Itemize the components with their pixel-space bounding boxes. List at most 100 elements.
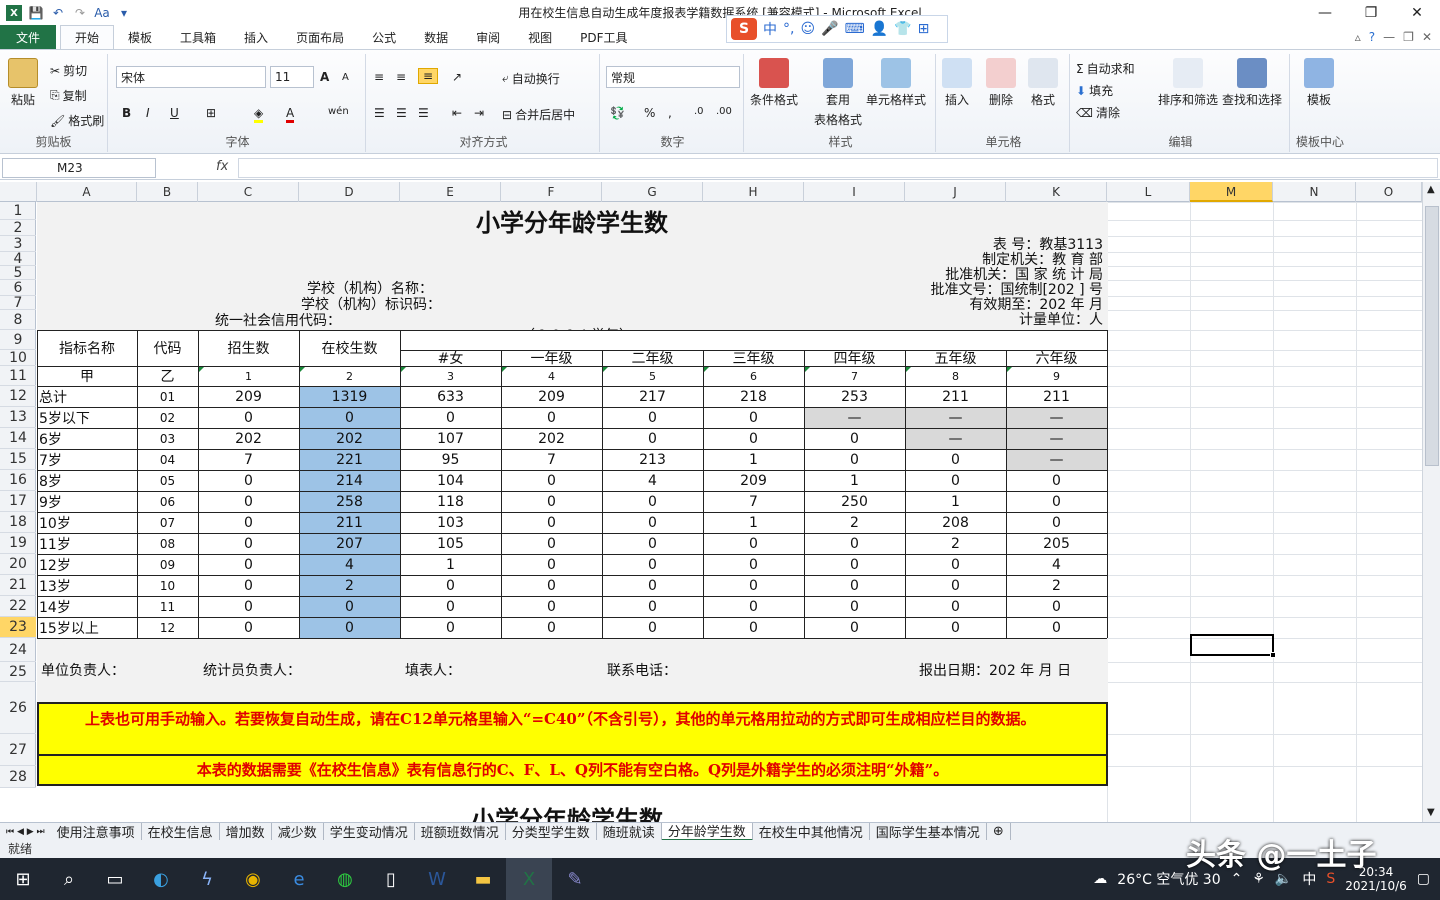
table-cell[interactable]: 1 — [804, 470, 905, 491]
table-cell[interactable]: 1 — [703, 449, 804, 470]
close-icon[interactable]: ✕ — [1394, 0, 1440, 26]
table-cell[interactable]: 0 — [602, 596, 703, 617]
table-subheader[interactable]: 9 — [1006, 366, 1107, 386]
currency-icon[interactable]: 💱 — [610, 106, 625, 120]
comma-icon[interactable]: , — [668, 106, 672, 120]
table-cell[interactable]: 0 — [905, 554, 1006, 575]
table-cell[interactable]: 0 — [602, 554, 703, 575]
align-center-icon[interactable]: ☰ — [396, 106, 407, 120]
table-cell[interactable]: 0 — [703, 533, 804, 554]
wb-restore-icon[interactable]: ❐ — [1403, 30, 1414, 44]
table-cell[interactable]: 0 — [198, 491, 299, 512]
table-cell[interactable]: 06 — [137, 491, 198, 512]
help-icon[interactable]: ? — [1369, 30, 1375, 44]
row-header-14[interactable]: 14 — [0, 428, 36, 449]
scroll-thumb[interactable] — [1425, 206, 1439, 466]
row-header-21[interactable]: 21 — [0, 575, 36, 596]
delete-cells-button[interactable]: 删除 — [986, 58, 1016, 108]
table-cell[interactable]: 总计 — [37, 386, 137, 407]
table-cell[interactable]: 0 — [905, 596, 1006, 617]
table-cell[interactable]: 0 — [804, 428, 905, 449]
task-view-icon[interactable]: ▭ — [92, 858, 138, 900]
table-cell[interactable]: 0 — [501, 533, 602, 554]
tab-pdf[interactable]: PDF工具 — [566, 25, 641, 49]
sheet-tab[interactable]: 班额班数情况 — [415, 822, 506, 841]
fill-handle[interactable] — [1270, 652, 1276, 658]
tab-formulas[interactable]: 公式 — [358, 25, 410, 49]
explorer-icon[interactable]: ▬ — [460, 858, 506, 900]
table-cell[interactable]: — — [1006, 449, 1107, 470]
table-cell[interactable]: 8岁 — [37, 470, 137, 491]
sort-filter-button[interactable]: 排序和筛选 — [1158, 58, 1218, 108]
column-header-d[interactable]: D — [299, 182, 400, 202]
name-box[interactable]: M23 — [2, 158, 156, 178]
table-cell[interactable]: 0 — [198, 470, 299, 491]
table-cell[interactable]: 208 — [905, 512, 1006, 533]
table-cell[interactable]: 1 — [400, 554, 501, 575]
row-header-26[interactable]: 26 — [0, 682, 36, 734]
sheet-tab[interactable]: 分类型学生数 — [506, 822, 597, 841]
column-header-a[interactable]: A — [37, 182, 137, 202]
tab-review[interactable]: 审阅 — [462, 25, 514, 49]
align-left-icon[interactable]: ☰ — [374, 106, 385, 120]
table-cell[interactable]: 0 — [1006, 596, 1107, 617]
table-cell[interactable]: 11 — [137, 596, 198, 617]
table-cell[interactable]: 1319 — [299, 386, 400, 407]
table-cell[interactable]: 0 — [501, 575, 602, 596]
tab-template[interactable]: 模板 — [114, 25, 166, 49]
column-header-c[interactable]: C — [198, 182, 299, 202]
border-icon[interactable]: ⊞ — [206, 106, 216, 120]
table-header[interactable]: 招生数 — [198, 330, 299, 366]
format-icon[interactable]: Aa — [94, 5, 110, 21]
ime-emoji-icon[interactable]: ☺ — [800, 21, 815, 37]
table-cell[interactable]: 0 — [1006, 617, 1107, 638]
ime-tools-icon[interactable]: ⊞ — [918, 21, 930, 37]
table-subheader[interactable]: 乙 — [137, 366, 198, 386]
conditional-format-button[interactable]: 条件格式 — [750, 58, 798, 108]
merge-center-button[interactable]: ⊟ 合并后居中 — [502, 106, 575, 123]
wrap-text-button[interactable]: ⤶ 自动换行 — [502, 70, 560, 87]
table-cell[interactable]: — — [1006, 428, 1107, 449]
ime-toolbar[interactable]: S 中 °, ☺ 🎤 ⌨ 👤 👕 ⊞ — [726, 15, 948, 43]
bold-button[interactable]: B — [122, 106, 131, 120]
table-cell[interactable]: 0 — [602, 533, 703, 554]
table-cell[interactable]: 209 — [501, 386, 602, 407]
number-format-select[interactable]: 常规 — [606, 66, 740, 88]
sheet-tab[interactable]: 在校生中其他情况 — [753, 822, 870, 841]
table-cell[interactable]: 2 — [1006, 575, 1107, 596]
table-cell[interactable]: 0 — [501, 596, 602, 617]
row-header-9[interactable]: 9 — [0, 330, 36, 350]
collapse-ribbon-icon[interactable]: ▵ — [1355, 30, 1361, 44]
chrome-icon[interactable]: ◉ — [230, 858, 276, 900]
ime-user-icon[interactable]: 👤 — [871, 21, 888, 37]
tab-toolbox[interactable]: 工具箱 — [166, 25, 230, 49]
ie-icon[interactable]: e — [276, 858, 322, 900]
table-cell[interactable]: 11岁 — [37, 533, 137, 554]
font-name-select[interactable]: 宋体 — [116, 66, 266, 88]
ime-punct-icon[interactable]: °, — [783, 21, 794, 37]
table-cell[interactable]: 13岁 — [37, 575, 137, 596]
table-cell[interactable]: 202 — [501, 428, 602, 449]
row-header-22[interactable]: 22 — [0, 596, 36, 617]
table-header[interactable]: 五年级 — [905, 350, 1006, 366]
redo-icon[interactable]: ↷ — [72, 5, 88, 21]
file-icon[interactable]: ▯ — [368, 858, 414, 900]
column-header-e[interactable]: E — [400, 182, 501, 202]
table-cell[interactable]: 0 — [804, 449, 905, 470]
table-cell[interactable]: 4 — [299, 554, 400, 575]
undo-icon[interactable]: ↶ — [50, 5, 66, 21]
table-cell[interactable]: 5岁以下 — [37, 407, 137, 428]
customize-qa-icon[interactable]: ▾ — [116, 5, 132, 21]
table-cell[interactable]: 1 — [703, 512, 804, 533]
table-cell[interactable]: 0 — [198, 617, 299, 638]
copy-button[interactable]: ⎘ 复制 — [50, 87, 87, 104]
table-cell[interactable]: 0 — [804, 554, 905, 575]
autosum-button[interactable]: Σ 自动求和 — [1076, 60, 1135, 77]
row-header-1[interactable]: 1 — [0, 202, 36, 220]
table-cell[interactable]: 0 — [299, 596, 400, 617]
underline-button[interactable]: U — [170, 106, 179, 120]
align-top-icon[interactable]: ≡ — [374, 70, 384, 84]
table-cell[interactable]: 2 — [299, 575, 400, 596]
increase-decimal-icon[interactable]: .0 — [694, 106, 704, 117]
table-subheader[interactable]: 3 — [400, 366, 501, 386]
